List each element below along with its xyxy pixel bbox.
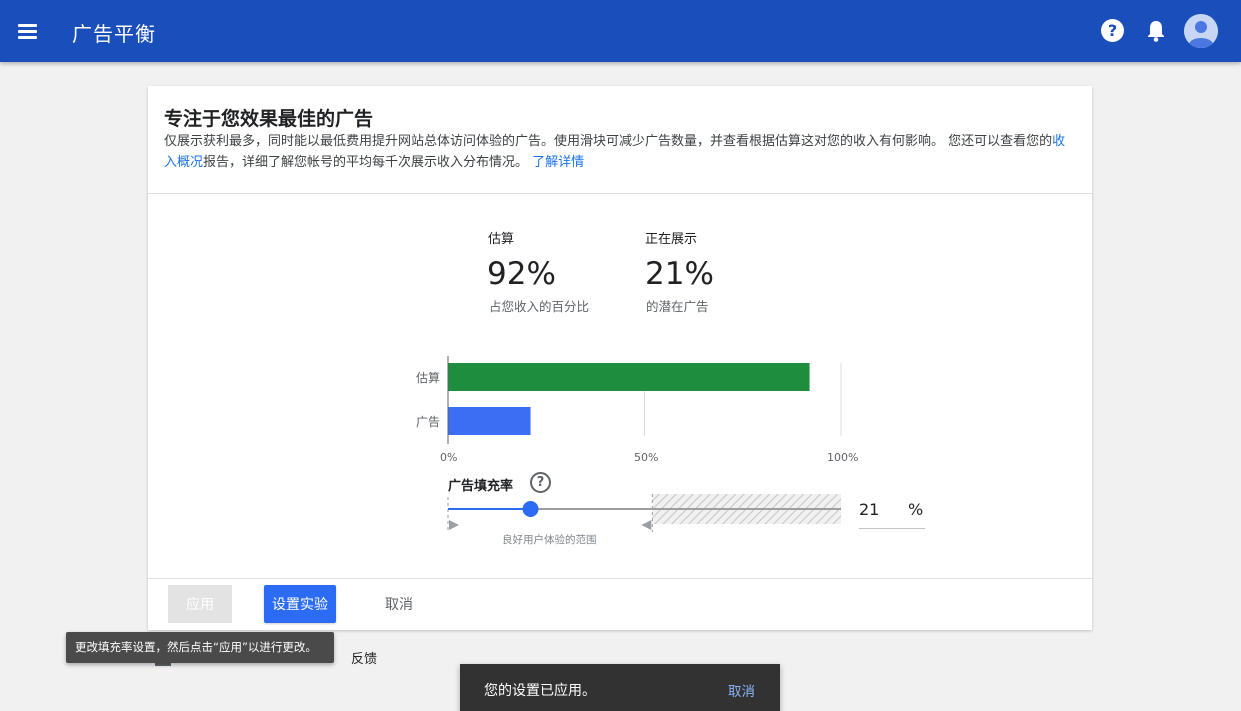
app-title: 广告平衡 [72,22,156,46]
estimate-sub: 占您收入的百分比 [489,299,590,314]
bell-icon[interactable] [1145,19,1167,43]
fill-rate-title: 广告填充率 [448,479,514,494]
avatar-icon[interactable] [1184,14,1218,48]
fill-rate-bar-chart [447,356,842,444]
bar-label-ads: 广告 [416,415,441,429]
feedback-text: 反馈 [351,652,378,667]
fill-rate-input[interactable]: 21 [859,500,879,519]
tick-label-50: 50% [634,451,659,464]
good-range-label: 良好用户体验的范围 [502,534,597,546]
ad-balance-card: 专注于您效果最佳的广告 仅展示获利最多，同时能以最低费用提升网站总体访问体验的广… [148,86,1092,630]
set-experiment-button[interactable]: 设置实验 [264,585,336,623]
estimate-value: 92% [487,256,556,292]
snackbar: 您的设置已应用。 取消 [460,664,780,711]
snackbar-undo-button[interactable]: 取消 [728,680,755,700]
bar-label-estimate: 估算 [416,371,441,385]
percent-unit: % [908,500,924,519]
range-end-arrow [641,520,652,530]
showing-value: 21% [645,256,714,292]
cancel-button[interactable]: 取消 [374,585,424,623]
range-start-arrow [449,520,459,530]
fill-rate-slider[interactable] [438,494,848,548]
showing-sub: 的潜在广告 [646,299,709,314]
fill-rate-tooltip: 更改填充率设置，然后点击“应用”以进行更改。 [66,632,334,663]
divider [148,578,1092,579]
card-description: 仅展示获利最多，同时能以最低费用提升网站总体访问体验的广告。使用滑块可减少广告数… [164,132,1076,173]
input-underline [859,528,925,529]
desc-text-2: 报告，详细了解您帐号的平均每千次展示收入分布情况。 [203,154,529,170]
tick-label-100: 100% [827,451,859,464]
card-title: 专注于您效果最佳的广告 [164,108,374,130]
bar-0 [448,363,810,391]
learn-more-link[interactable]: 了解详情 [532,155,584,170]
menu-icon[interactable] [14,17,42,45]
bar-1 [448,407,531,435]
divider [148,193,1092,194]
help-icon[interactable]: ? [1101,19,1124,42]
snackbar-message: 您的设置已应用。 [484,683,596,699]
tick-label-0: 0% [440,451,458,464]
fill-rate-help-icon[interactable]: ? [530,472,551,493]
showing-heading: 正在展示 [645,232,698,247]
slider-thumb [522,501,539,517]
estimate-heading: 估算 [488,232,515,247]
app-bar: 广告平衡 ? [0,0,1241,62]
apply-button[interactable]: 应用 [168,585,232,623]
desc-text-1: 仅展示获利最多，同时能以最低费用提升网站总体访问体验的广告。使用滑块可减少广告数… [164,134,1053,149]
